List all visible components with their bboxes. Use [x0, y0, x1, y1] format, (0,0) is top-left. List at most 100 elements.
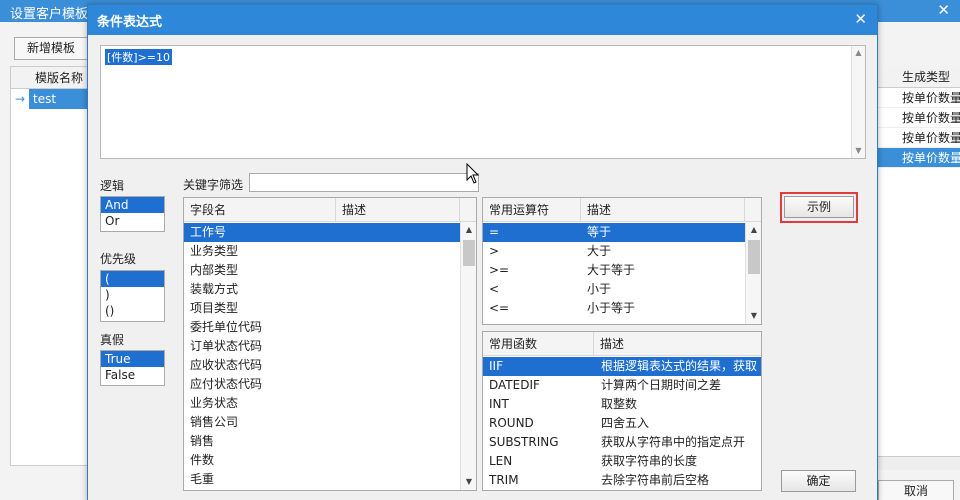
- field-row[interactable]: 装载方式: [184, 280, 460, 299]
- operator-header[interactable]: 常用运算符: [483, 198, 581, 222]
- scroll-up-icon[interactable]: ▲: [746, 222, 761, 238]
- keyword-filter-label: 关键字筛选: [183, 178, 244, 192]
- fields-scrollbar[interactable]: ▲ ▼: [460, 222, 476, 490]
- function-desc-header[interactable]: 描述: [594, 332, 761, 356]
- scroll-up-icon[interactable]: ▲: [461, 222, 476, 238]
- row-pointer-icon: →: [14, 92, 26, 106]
- field-row[interactable]: 业务状态: [184, 394, 460, 413]
- field-name: 毛重: [190, 472, 215, 486]
- operator-symbol: <=: [489, 301, 510, 315]
- function-desc: 根据逻辑表达式的结果，获取: [601, 359, 758, 373]
- ok-button[interactable]: 确定: [781, 470, 856, 492]
- truth-list: True False: [100, 350, 165, 386]
- function-name: ROUND: [489, 416, 534, 430]
- logic-item-or[interactable]: Or: [101, 213, 164, 229]
- cancel-button[interactable]: 取消: [878, 480, 954, 500]
- function-row[interactable]: DATEDIF 计算两个日期时间之差: [483, 376, 761, 395]
- field-row[interactable]: 订单状态代码: [184, 337, 460, 356]
- field-row[interactable]: 销售: [184, 432, 460, 451]
- operator-row[interactable]: = 等于: [483, 223, 745, 242]
- function-desc: 去除字符串前后空格: [601, 473, 710, 487]
- priority-item-open[interactable]: (: [101, 271, 164, 287]
- field-name: 项目类型: [190, 301, 239, 315]
- expression-editor[interactable]: [件数]>=10 ▲ ▼: [100, 45, 866, 159]
- field-row[interactable]: 项目类型: [184, 299, 460, 318]
- function-row[interactable]: TRIM 去除字符串前后空格: [483, 471, 761, 490]
- operator-row[interactable]: >= 大于等于: [483, 261, 745, 280]
- function-desc: 获取字符串的长度: [601, 454, 698, 468]
- function-desc: 计算两个日期时间之差: [601, 378, 722, 392]
- keyword-filter-input[interactable]: [249, 173, 479, 192]
- field-name: 业务类型: [190, 244, 239, 258]
- operator-symbol: >: [489, 244, 500, 258]
- operator-row[interactable]: < 小于: [483, 280, 745, 299]
- truth-item-false[interactable]: False: [101, 367, 164, 383]
- function-row[interactable]: IIF 根据逻辑表达式的结果，获取: [483, 357, 761, 376]
- generation-type-row[interactable]: 按单价数量: [877, 148, 960, 168]
- fields-grid-header: 字段名 描述: [184, 198, 476, 222]
- operator-desc: 大于: [587, 244, 612, 258]
- function-header[interactable]: 常用函数: [483, 332, 594, 356]
- expression-scrollbar[interactable]: ▲ ▼: [851, 46, 865, 158]
- operator-symbol: <: [489, 282, 500, 296]
- logic-label: 逻辑: [100, 179, 125, 193]
- close-icon[interactable]: ✕: [854, 10, 867, 28]
- dialog-title: 条件表达式: [97, 15, 163, 30]
- operators-grid: 常用运算符 描述 = 等于 > 大于 >= 大于等于 < 小于 <= 小于等于 ▲ ▼: [482, 197, 762, 325]
- template-row-name: test: [29, 89, 89, 109]
- function-row[interactable]: LEN 获取字符串的长度: [483, 452, 761, 471]
- field-name: 应收状态代码: [190, 358, 263, 372]
- generation-type-row[interactable]: 按单价数量: [877, 88, 960, 108]
- logic-list: And Or: [100, 196, 165, 232]
- scroll-down-icon[interactable]: ▼: [852, 144, 865, 158]
- operator-desc-header[interactable]: 描述: [581, 198, 745, 222]
- field-name: 销售公司: [190, 415, 239, 429]
- field-row[interactable]: 业务类型: [184, 242, 460, 261]
- field-name-header[interactable]: 字段名: [184, 198, 336, 222]
- operator-desc: 小于: [587, 282, 612, 296]
- field-row[interactable]: 毛重: [184, 470, 460, 489]
- template-row[interactable]: → test: [11, 89, 89, 109]
- function-row[interactable]: ROUND 四舍五入: [483, 414, 761, 433]
- mouse-cursor-icon: [466, 163, 480, 184]
- operators-scrollbar[interactable]: ▲ ▼: [745, 222, 761, 324]
- background-close-icon[interactable]: ✕: [937, 1, 950, 19]
- template-grid: 模版名称 → test: [10, 66, 90, 466]
- priority-item-pair[interactable]: (): [101, 303, 164, 319]
- field-row[interactable]: 件数: [184, 451, 460, 470]
- operator-row[interactable]: > 大于: [483, 242, 745, 261]
- logic-item-and[interactable]: And: [101, 197, 164, 213]
- scroll-down-icon[interactable]: ▼: [461, 474, 476, 490]
- priority-item-close[interactable]: ): [101, 287, 164, 303]
- new-template-button[interactable]: 新增模板: [14, 37, 88, 60]
- scroll-down-icon[interactable]: ▼: [746, 308, 761, 324]
- field-row[interactable]: 工作号: [184, 223, 460, 242]
- function-row[interactable]: INT 取整数: [483, 395, 761, 414]
- field-row[interactable]: 应收状态代码: [184, 356, 460, 375]
- field-row[interactable]: 内部类型: [184, 261, 460, 280]
- horizontal-scrollbar[interactable]: [876, 456, 960, 470]
- function-desc: 四舍五入: [601, 416, 650, 430]
- field-row[interactable]: 委托单位代码: [184, 318, 460, 337]
- function-row[interactable]: SUBSTRING 获取从字符串中的指定点开: [483, 433, 761, 452]
- field-name: 订单状态代码: [190, 339, 263, 353]
- scroll-thumb[interactable]: [463, 240, 475, 266]
- dialog-titlebar: 条件表达式 ✕: [88, 5, 877, 35]
- operator-row[interactable]: <= 小于等于: [483, 299, 745, 318]
- generation-type-row[interactable]: 按单价数量: [877, 108, 960, 128]
- field-row[interactable]: 应付状态代码: [184, 375, 460, 394]
- operator-desc: 大于等于: [587, 263, 636, 277]
- field-row[interactable]: 销售公司: [184, 413, 460, 432]
- scroll-up-icon[interactable]: ▲: [852, 46, 865, 60]
- field-name: 装载方式: [190, 282, 239, 296]
- operators-grid-header: 常用运算符 描述: [483, 198, 761, 222]
- background-window-title: 设置客户模板: [10, 7, 89, 22]
- truth-item-true[interactable]: True: [101, 351, 164, 367]
- scroll-thumb[interactable]: [748, 240, 760, 274]
- functions-grid-body: IIF 根据逻辑表达式的结果，获取 DATEDIF 计算两个日期时间之差 INT 取整…: [483, 357, 761, 490]
- function-name: INT: [489, 397, 509, 411]
- operator-symbol: >=: [489, 263, 510, 277]
- field-desc-header[interactable]: 描述: [336, 198, 460, 222]
- generation-type-row[interactable]: 按单价数量: [877, 128, 960, 148]
- function-name: DATEDIF: [489, 378, 540, 392]
